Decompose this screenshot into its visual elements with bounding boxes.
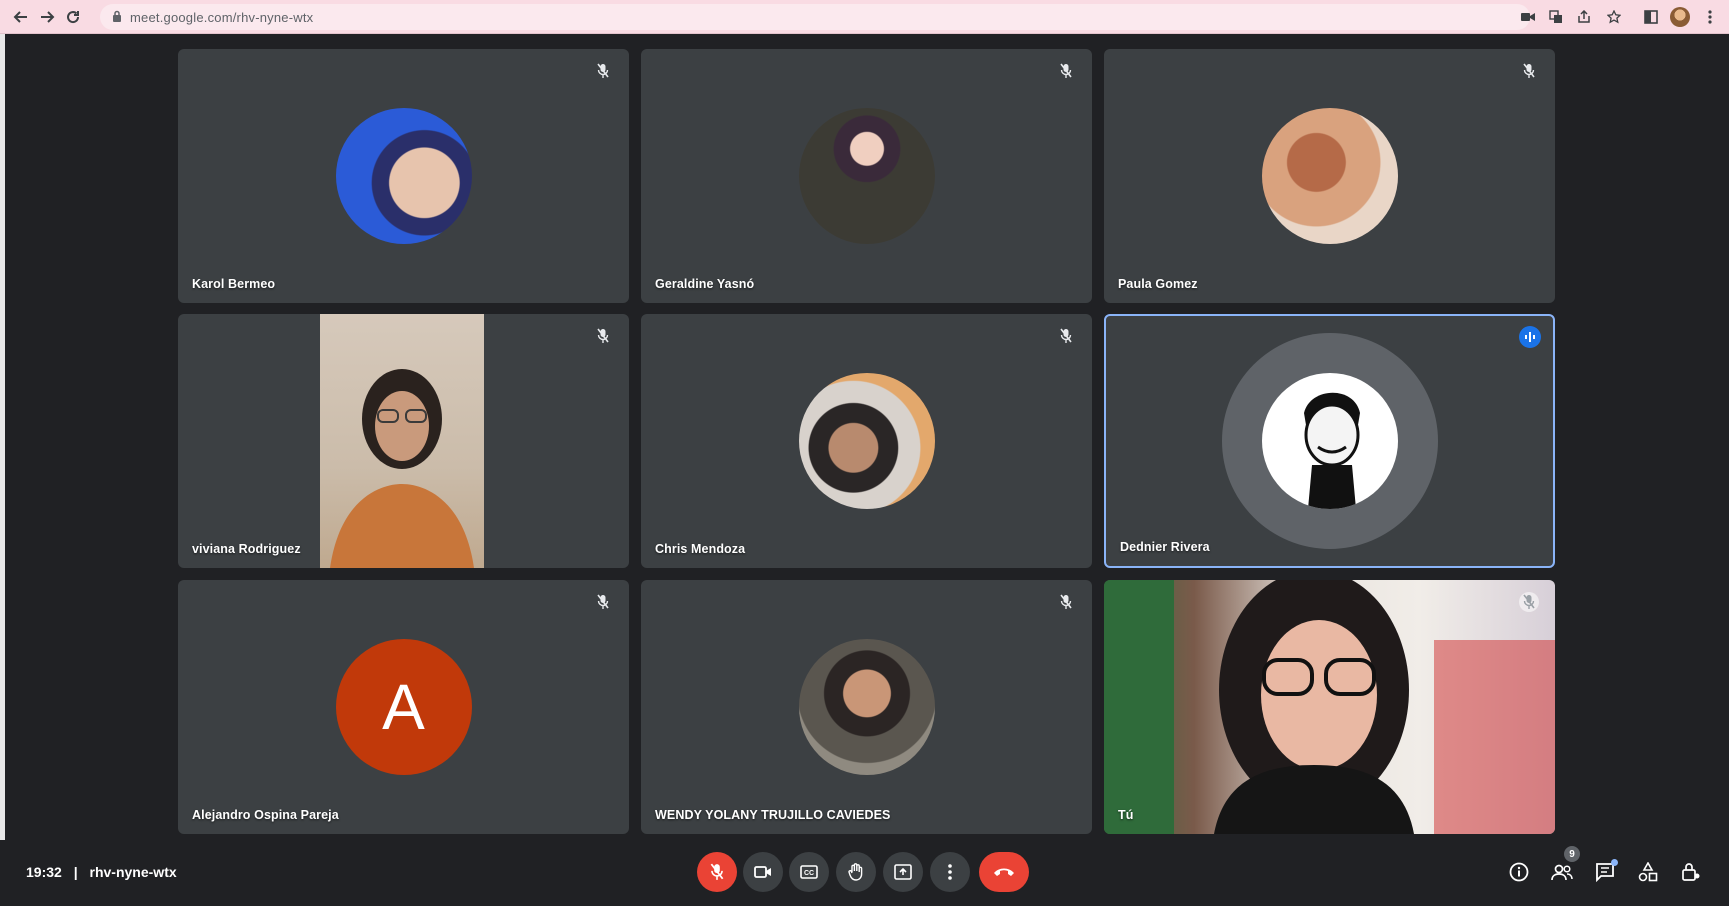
reload-icon [67, 11, 80, 24]
participant-avatar [798, 639, 935, 775]
meeting-code: rhv-nyne-wtx [89, 864, 177, 880]
translate-icon[interactable] [1546, 7, 1566, 27]
more-vert-icon[interactable] [1700, 7, 1720, 27]
activities-button[interactable] [1634, 858, 1662, 886]
participant-avatar [335, 108, 472, 244]
meeting-details: 19:32 | rhv-nyne-wtx [26, 864, 177, 880]
participant-name: Karol Bermeo [192, 277, 276, 291]
meeting-separator: | [73, 864, 78, 880]
raise-hand-button[interactable] [836, 852, 876, 892]
captions-button[interactable]: CC [789, 852, 829, 892]
participant-name: Tú [1118, 808, 1134, 822]
mic-off-icon [1519, 61, 1539, 81]
arrow-left-icon [13, 11, 27, 23]
mic-off-icon [593, 61, 613, 81]
url-text: meet.google.com/rhv-nyne-wtx [130, 10, 314, 25]
participant-name: Paula Gomez [1118, 277, 1198, 291]
mic-off-icon [1056, 326, 1076, 346]
leave-call-button[interactable] [979, 852, 1029, 892]
mic-toggle-button[interactable] [697, 852, 737, 892]
mic-off-icon [1519, 592, 1539, 612]
participant-tile-self[interactable]: Tú [1104, 580, 1555, 834]
people-icon [1551, 864, 1573, 881]
browser-toolbar: meet.google.com/rhv-nyne-wtx [0, 0, 1729, 34]
reload-button[interactable] [62, 6, 84, 28]
back-button[interactable] [10, 6, 32, 28]
participant-avatar [798, 108, 935, 244]
unread-chat-dot [1611, 859, 1618, 866]
meeting-time: 19:32 [26, 864, 62, 880]
participant-name: viviana Rodriguez [192, 542, 301, 556]
participant-avatar [1261, 373, 1398, 509]
participant-tile-chris[interactable]: Chris Mendoza [641, 314, 1092, 568]
camera-in-use-icon[interactable] [1518, 7, 1538, 27]
participant-initial-avatar: A [335, 639, 472, 775]
participant-video [320, 314, 484, 568]
participant-tile-paula[interactable]: Paula Gomez [1104, 49, 1555, 303]
bookmark-star-icon[interactable] [1604, 7, 1624, 27]
participant-count-badge: 9 [1564, 846, 1580, 862]
meeting-controls-bar: 19:32 | rhv-nyne-wtx CC 9 [0, 840, 1729, 906]
svg-text:CC: CC [804, 870, 814, 877]
mic-off-icon [710, 863, 724, 880]
info-icon [1509, 862, 1529, 882]
participant-avatar [798, 373, 935, 509]
participant-tile-viviana[interactable]: viviana Rodriguez [178, 314, 629, 568]
participant-avatar [1261, 108, 1398, 244]
participant-tile-alejandro[interactable]: A Alejandro Ospina Pareja [178, 580, 629, 834]
camera-toggle-button[interactable] [743, 852, 783, 892]
address-bar[interactable]: meet.google.com/rhv-nyne-wtx [100, 4, 1530, 30]
participant-tile-dednier[interactable]: Dednier Rivera [1104, 314, 1555, 568]
closed-captions-icon: CC [800, 865, 818, 879]
mic-off-icon [593, 326, 613, 346]
mic-off-icon [593, 592, 613, 612]
more-vert-icon [948, 864, 952, 880]
more-options-button[interactable] [930, 852, 970, 892]
mic-off-icon [1056, 592, 1076, 612]
mic-off-icon [1056, 61, 1076, 81]
meeting-details-button[interactable] [1505, 858, 1533, 886]
participant-name: Chris Mendoza [655, 542, 746, 556]
call-end-icon [994, 868, 1014, 876]
present-to-all-icon [894, 864, 912, 880]
arrow-right-icon [41, 11, 55, 23]
lock-person-icon [1682, 863, 1700, 881]
lock-icon [113, 10, 121, 22]
share-icon[interactable] [1574, 7, 1594, 27]
videocam-icon [754, 866, 771, 878]
side-panel-icon[interactable] [1641, 7, 1661, 27]
participant-name: Alejandro Ospina Pareja [192, 808, 339, 822]
participant-name: WENDY YOLANY TRUJILLO CAVIEDES [655, 808, 891, 822]
window-edge [0, 34, 5, 906]
self-video [1104, 580, 1555, 834]
forward-button[interactable] [36, 6, 58, 28]
host-controls-button[interactable] [1677, 858, 1705, 886]
participant-name: Geraldine Yasnó [655, 277, 755, 291]
participants-button[interactable] [1548, 858, 1576, 886]
activities-icon [1638, 862, 1658, 882]
participant-tile-geraldine[interactable]: Geraldine Yasnó [641, 49, 1092, 303]
hand-icon [848, 863, 863, 881]
present-screen-button[interactable] [883, 852, 923, 892]
profile-avatar[interactable] [1670, 7, 1690, 27]
participant-tile-karol[interactable]: Karol Bermeo [178, 49, 629, 303]
participant-name: Dednier Rivera [1120, 540, 1210, 554]
audio-level-icon [1519, 326, 1541, 348]
participant-tile-wendy[interactable]: WENDY YOLANY TRUJILLO CAVIEDES [641, 580, 1092, 834]
